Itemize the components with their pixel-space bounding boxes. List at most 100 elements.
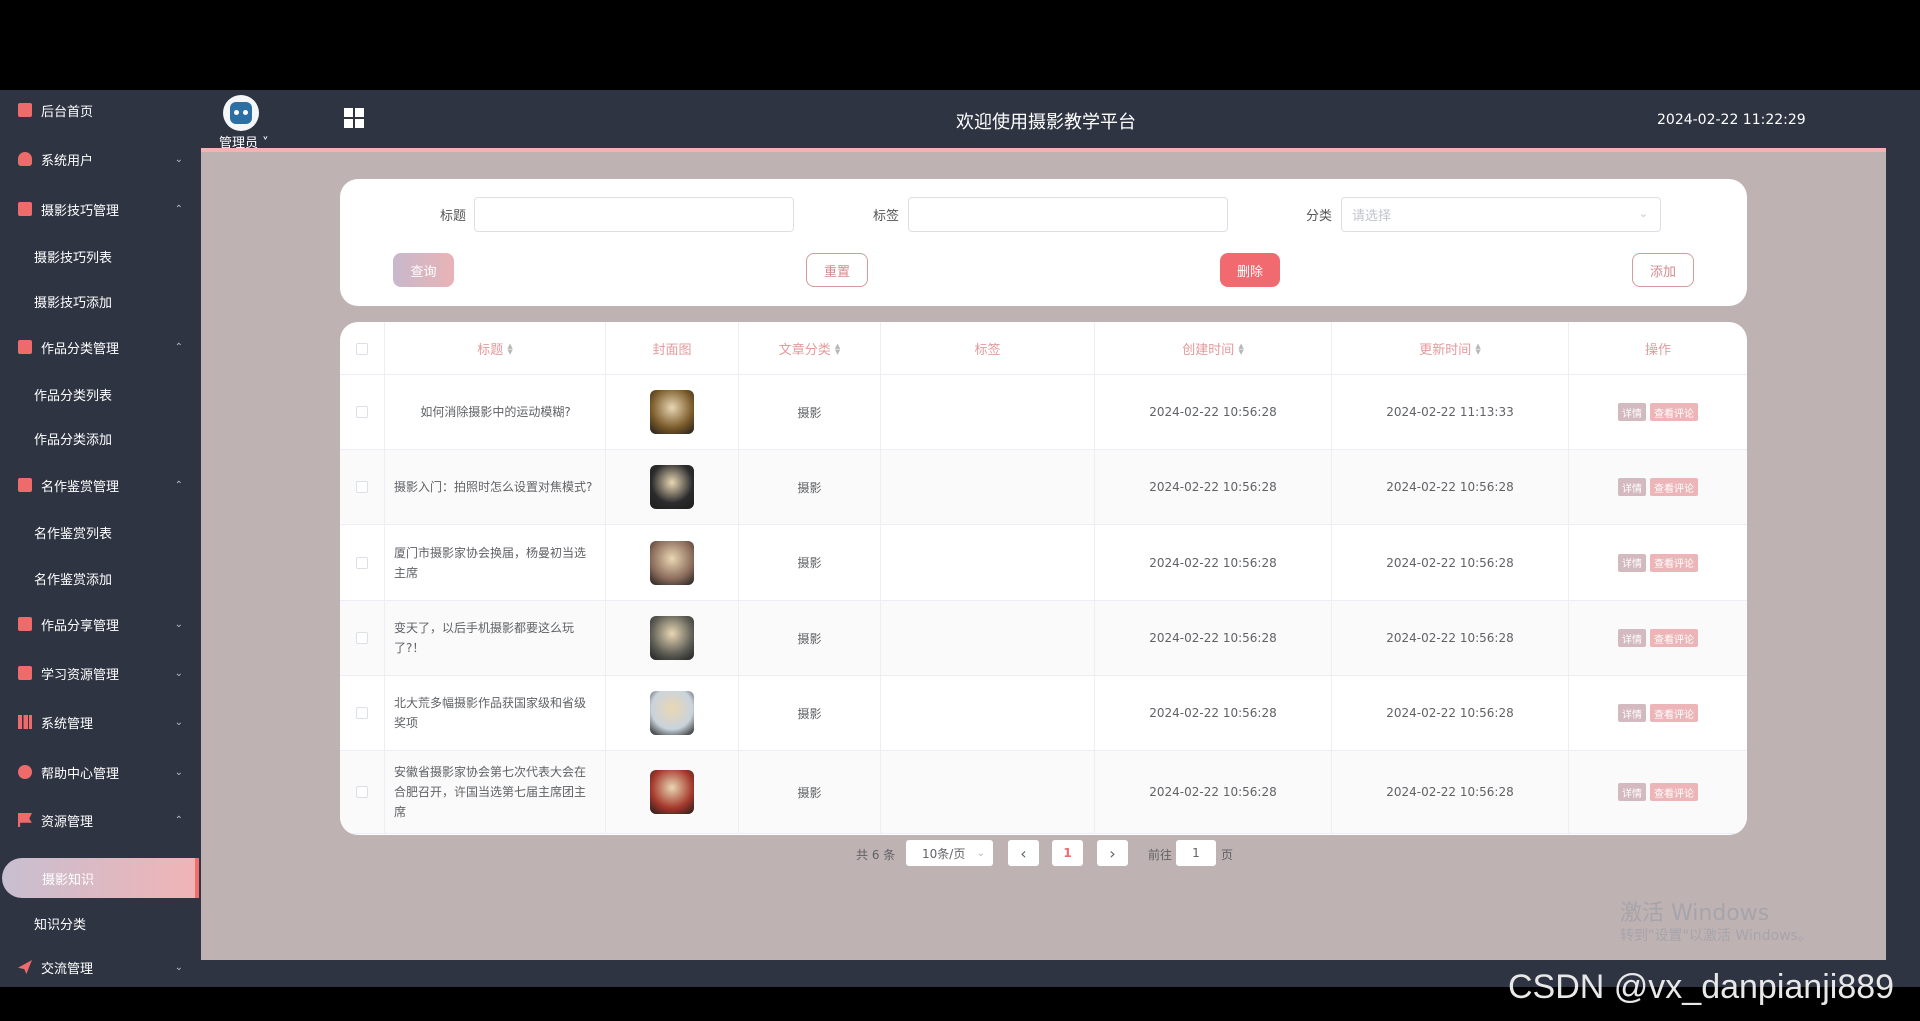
table-row[interactable]: 如何消除摄影中的运动模糊? 摄影 2024-02-22 10:56:28 202…: [340, 375, 1747, 450]
table-row[interactable]: 安徽省摄影家协会第七次代表大会在合肥召开，许国当选第七届主席团主席 摄影 202…: [340, 751, 1747, 834]
view-comments-button[interactable]: 查看评论: [1650, 629, 1698, 647]
category-field-label: 分类: [1306, 209, 1333, 224]
title-search-input[interactable]: [474, 197, 794, 232]
view-comments-button[interactable]: 查看评论: [1650, 403, 1698, 421]
sidebar-item-resources[interactable]: 资源管理 ⌃: [0, 800, 201, 840]
row-checkbox[interactable]: [356, 556, 368, 569]
chart-icon: [18, 340, 32, 354]
avatar[interactable]: [223, 95, 259, 131]
query-button[interactable]: 查询: [393, 253, 454, 287]
row-category: 摄影: [739, 450, 881, 524]
tag-search-input[interactable]: [908, 197, 1228, 232]
cover-thumbnail[interactable]: [650, 691, 694, 735]
header-created[interactable]: 创建时间 ▲ ▼: [1095, 322, 1332, 375]
cover-thumbnail[interactable]: [650, 540, 694, 585]
grid-menu-icon[interactable]: [344, 108, 364, 128]
table-header: 标题 ▲ ▼ 封面图 文章分类 ▲ ▼ 标签 创建时间 ▲ ▼ 更新时间 ▲ ▼ 操作: [340, 322, 1747, 375]
detail-button[interactable]: 详情: [1618, 629, 1646, 647]
row-tag: [881, 525, 1095, 600]
cover-thumbnail[interactable]: [650, 770, 694, 814]
detail-button[interactable]: 详情: [1618, 478, 1646, 496]
select-all-checkbox[interactable]: [356, 342, 368, 355]
add-button[interactable]: 添加: [1632, 253, 1694, 287]
row-updated: 2024-02-22 10:56:28: [1332, 450, 1569, 524]
reset-button[interactable]: 重置: [806, 253, 868, 287]
row-checkbox[interactable]: [356, 481, 368, 493]
sidebar-item-label: 系统管理: [41, 716, 94, 732]
sidebar-item-photo-tips-add[interactable]: 摄影技巧添加: [0, 281, 201, 321]
row-checkbox[interactable]: [356, 707, 368, 719]
sidebar-item-photo-knowledge[interactable]: 摄影知识: [2, 858, 199, 898]
top-bar: 管理员 ˅ 欢迎使用摄影教学平台 2024-02-22 11:22:29: [201, 90, 1920, 152]
category-select[interactable]: 请选择 ⌄: [1341, 197, 1661, 232]
chevron-down-icon: ⌄: [174, 618, 183, 630]
table-row[interactable]: 变天了，以后手机摄影都要这么玩了?！ 摄影 2024-02-22 10:56:2…: [340, 601, 1747, 676]
sidebar-item-knowledge-category[interactable]: 知识分类: [0, 903, 201, 943]
page-size-select[interactable]: 10条/页 ⌄: [906, 840, 993, 866]
sidebar-item-label: 后台首页: [41, 104, 94, 120]
view-comments-button[interactable]: 查看评论: [1650, 478, 1698, 496]
delete-button[interactable]: 删除: [1220, 253, 1280, 287]
sort-icon[interactable]: ▲ ▼: [1475, 342, 1480, 355]
sidebar-item-label: 摄影技巧管理: [41, 203, 120, 219]
clock-datetime: 2024-02-22 11:22:29: [1657, 112, 1806, 128]
row-category: 摄影: [739, 676, 881, 750]
sidebar-item-dashboard[interactable]: 后台首页: [0, 90, 201, 130]
row-updated: 2024-02-22 10:56:28: [1332, 601, 1569, 675]
view-comments-button[interactable]: 查看评论: [1650, 783, 1698, 801]
sidebar-item-masterpiece[interactable]: 名作鉴赏管理 ⌃: [0, 465, 201, 505]
row-actions: 详情 查看评论: [1569, 676, 1747, 750]
sidebar-item-work-category[interactable]: 作品分类管理 ⌃: [0, 327, 201, 367]
sidebar-item-work-share[interactable]: 作品分享管理 ⌄: [0, 604, 201, 644]
goto-page-input[interactable]: 1: [1176, 840, 1216, 866]
sidebar-item-communication[interactable]: 交流管理 ⌄: [0, 947, 201, 987]
row-cover-cell: [606, 676, 739, 750]
row-checkbox[interactable]: [356, 786, 368, 798]
main-content: 标题 标签 分类 请选择 ⌄ 查询 重置 删除 添加 标题 ▲ ▼ 封面图 文章分类…: [201, 152, 1886, 960]
sidebar-item-work-category-list[interactable]: 作品分类列表: [0, 374, 201, 414]
sort-icon[interactable]: ▲ ▼: [1238, 342, 1243, 355]
prev-page-button[interactable]: ‹: [1008, 840, 1039, 866]
cover-thumbnail[interactable]: [650, 465, 694, 509]
header-tag: 标签: [881, 322, 1095, 375]
sidebar-item-system[interactable]: 系统管理 ⌄: [0, 702, 201, 742]
row-tag: [881, 676, 1095, 750]
table-row[interactable]: 厦门市摄影家协会换届，杨曼初当选主席 摄影 2024-02-22 10:56:2…: [340, 525, 1747, 601]
chevron-down-icon: ⌄: [174, 716, 183, 728]
header-category[interactable]: 文章分类 ▲ ▼: [739, 322, 881, 375]
detail-button[interactable]: 详情: [1618, 553, 1646, 572]
view-comments-button[interactable]: 查看评论: [1650, 553, 1698, 572]
chevron-up-icon: ⌃: [174, 479, 183, 491]
cover-thumbnail[interactable]: [650, 390, 694, 434]
next-page-button[interactable]: ›: [1097, 840, 1128, 866]
sidebar: 后台首页 系统用户 ⌄ 摄影技巧管理 ⌃ 摄影技巧列表 摄影技巧添加 作品分类管…: [0, 90, 201, 987]
sidebar-item-photo-tips[interactable]: 摄影技巧管理 ⌃: [0, 189, 201, 229]
sidebar-item-work-category-add[interactable]: 作品分类添加: [0, 418, 201, 458]
row-title: 安徽省摄影家协会第七次代表大会在合肥召开，许国当选第七届主席团主席: [385, 751, 606, 833]
pagination: 共 6 条 10条/页 ⌄ ‹ 1 › 前往 1 页: [201, 840, 1886, 866]
row-category: 摄影: [739, 375, 881, 449]
table-row[interactable]: 北大荒多幅摄影作品获国家级和省级奖项 摄影 2024-02-22 10:56:2…: [340, 676, 1747, 751]
sidebar-item-system-users[interactable]: 系统用户 ⌄: [0, 139, 201, 179]
detail-button[interactable]: 详情: [1618, 783, 1646, 801]
sidebar-item-masterpiece-list[interactable]: 名作鉴赏列表: [0, 512, 201, 552]
row-checkbox[interactable]: [356, 406, 368, 418]
detail-button[interactable]: 详情: [1618, 704, 1646, 722]
header-title[interactable]: 标题 ▲ ▼: [385, 322, 606, 375]
header-updated[interactable]: 更新时间 ▲ ▼: [1332, 322, 1569, 375]
sidebar-item-help[interactable]: 帮助中心管理 ⌄: [0, 752, 201, 792]
table-row[interactable]: 摄影入门：拍照时怎么设置对焦模式? 摄影 2024-02-22 10:56:28…: [340, 450, 1747, 525]
sort-icon[interactable]: ▲ ▼: [507, 342, 512, 355]
row-created: 2024-02-22 10:56:28: [1095, 450, 1332, 524]
app-window: 后台首页 系统用户 ⌄ 摄影技巧管理 ⌃ 摄影技巧列表 摄影技巧添加 作品分类管…: [0, 90, 1920, 987]
sort-icon[interactable]: ▲ ▼: [835, 342, 840, 355]
view-comments-button[interactable]: 查看评论: [1650, 704, 1698, 722]
sidebar-item-masterpiece-add[interactable]: 名作鉴赏添加: [0, 558, 201, 598]
row-updated: 2024-02-22 10:56:28: [1332, 751, 1569, 833]
sidebar-item-photo-tips-list[interactable]: 摄影技巧列表: [0, 236, 201, 276]
row-checkbox[interactable]: [356, 632, 368, 644]
sidebar-item-learning[interactable]: 学习资源管理 ⌄: [0, 653, 201, 693]
detail-button[interactable]: 详情: [1618, 403, 1646, 421]
page-number-current[interactable]: 1: [1052, 840, 1083, 866]
cover-thumbnail[interactable]: [650, 616, 694, 660]
